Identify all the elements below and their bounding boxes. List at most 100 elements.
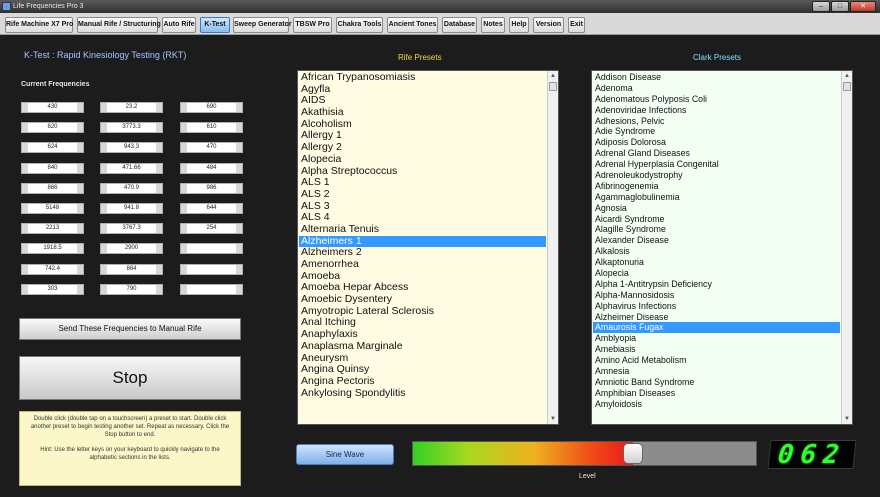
clark-preset-item[interactable]: Adrenoleukodystrophy bbox=[593, 170, 840, 181]
rife-preset-item[interactable]: Anaplasma Marginale bbox=[299, 340, 546, 353]
frequency-field[interactable]: 742.4 bbox=[21, 263, 84, 275]
clark-preset-item[interactable]: Alpha-Mannosidosis bbox=[593, 290, 840, 301]
rife-preset-item[interactable]: ALS 1 bbox=[299, 176, 546, 189]
clark-preset-item[interactable]: Amblyopia bbox=[593, 333, 840, 344]
rife-preset-item[interactable]: Amoebic Dysentery bbox=[299, 293, 546, 306]
clark-preset-item[interactable]: Addison Disease bbox=[593, 72, 840, 83]
frequency-field[interactable]: 470.9 bbox=[100, 182, 163, 194]
scrollbar-thumb[interactable] bbox=[549, 82, 557, 91]
clark-preset-item[interactable]: Adrenal Gland Diseases bbox=[593, 148, 840, 159]
maximize-button[interactable]: □ bbox=[831, 1, 849, 12]
clark-preset-item[interactable]: Amaurosis Fugax bbox=[593, 322, 840, 334]
clark-preset-item[interactable]: Alagille Syndrome bbox=[593, 224, 840, 235]
frequency-field[interactable]: 943.3 bbox=[100, 142, 163, 154]
clark-preset-item[interactable]: Alexander Disease bbox=[593, 235, 840, 246]
clark-preset-item[interactable]: Adrenal Hyperplasia Congenital bbox=[593, 159, 840, 170]
frequency-field[interactable] bbox=[180, 283, 243, 295]
clark-preset-item[interactable]: Amino Acid Metabolism bbox=[593, 355, 840, 366]
close-button[interactable]: ✕ bbox=[850, 1, 876, 12]
rife-preset-item[interactable]: Alpha Streptococcus bbox=[299, 165, 546, 178]
scroll-down-arrow-icon[interactable]: ▼ bbox=[842, 414, 852, 424]
frequency-field[interactable]: 790 bbox=[100, 283, 163, 295]
tab-version[interactable]: Version bbox=[533, 17, 564, 33]
frequency-field[interactable]: 2900 bbox=[100, 243, 163, 255]
frequency-field[interactable]: 866 bbox=[21, 182, 84, 194]
rife-preset-item[interactable]: Ankylosing Spondylitis bbox=[299, 387, 546, 400]
waveform-button[interactable]: Sine Wave bbox=[296, 444, 394, 465]
tab-ancient-tones[interactable]: Ancient Tones bbox=[387, 17, 438, 33]
clark-preset-item[interactable]: Agnosia bbox=[593, 203, 840, 214]
clark-preset-item[interactable]: Alzheimer Disease bbox=[593, 312, 840, 323]
rife-presets-list[interactable]: African Trypanosomiasis Agyfla AIDS Akathis… bbox=[297, 70, 559, 425]
rife-preset-item[interactable]: Agyfla bbox=[299, 83, 546, 96]
frequency-field[interactable]: 1918.5 bbox=[21, 243, 84, 255]
scroll-up-arrow-icon[interactable]: ▲ bbox=[548, 71, 558, 81]
frequency-field[interactable]: 624 bbox=[21, 142, 84, 154]
tab-sweep-generator[interactable]: Sweep Generator bbox=[233, 17, 292, 33]
frequency-field[interactable]: 23.2 bbox=[100, 102, 163, 113]
level-slider[interactable] bbox=[412, 441, 757, 466]
frequency-field[interactable]: 471.66 bbox=[100, 162, 163, 174]
frequency-field[interactable]: 430 bbox=[21, 102, 84, 113]
rife-preset-item[interactable]: ALS 2 bbox=[299, 188, 546, 201]
scrollbar-thumb[interactable] bbox=[843, 82, 851, 91]
rife-preset-item[interactable]: Angina Pectoris bbox=[299, 375, 546, 388]
frequency-field[interactable]: 3773.3 bbox=[100, 122, 163, 134]
clark-preset-item[interactable]: Afibrinogenemia bbox=[593, 181, 840, 192]
scroll-down-arrow-icon[interactable]: ▼ bbox=[548, 414, 558, 424]
clark-preset-item[interactable]: Amniotic Band Syndrome bbox=[593, 377, 840, 388]
frequency-field[interactable]: 644 bbox=[180, 203, 243, 214]
clark-preset-item[interactable]: Amyloidosis bbox=[593, 399, 840, 410]
tab-help[interactable]: Help bbox=[509, 17, 529, 33]
clark-preset-item[interactable]: Adiposis Dolorosa bbox=[593, 137, 840, 148]
clark-preset-item[interactable]: Agammaglobulinemia bbox=[593, 192, 840, 203]
scroll-up-arrow-icon[interactable]: ▲ bbox=[842, 71, 852, 81]
frequency-field[interactable]: 620 bbox=[21, 122, 84, 134]
send-to-manual-rife-button[interactable]: Send These Frequencies to Manual Rife bbox=[19, 318, 241, 340]
frequency-field[interactable]: 840 bbox=[21, 162, 84, 174]
clark-preset-item[interactable]: Aicardi Syndrome bbox=[593, 214, 840, 225]
frequency-field[interactable]: 5148 bbox=[21, 203, 84, 214]
tab-k-test[interactable]: K-Test bbox=[200, 17, 230, 33]
frequency-field[interactable] bbox=[180, 243, 243, 255]
stop-button[interactable]: Stop bbox=[19, 356, 241, 400]
rife-preset-item[interactable]: Alternaria Tenuis bbox=[299, 223, 546, 236]
frequency-field[interactable]: 690 bbox=[180, 102, 243, 113]
clark-preset-item[interactable]: Amphibian Diseases bbox=[593, 388, 840, 399]
frequency-field[interactable]: 864 bbox=[100, 263, 163, 275]
rife-list-scrollbar[interactable]: ▲ ▼ bbox=[547, 71, 558, 424]
clark-presets-list[interactable]: Addison Disease Adenoma Adenomatous Polypo… bbox=[591, 70, 853, 425]
tab-manual-rife[interactable]: Manual Rife / Structuring bbox=[77, 17, 161, 33]
frequency-field[interactable]: 610 bbox=[180, 122, 243, 134]
minimize-button[interactable]: – bbox=[812, 1, 830, 12]
frequency-field[interactable]: 254 bbox=[180, 223, 243, 235]
clark-preset-item[interactable]: Alkalosis bbox=[593, 246, 840, 257]
frequency-field[interactable]: 484 bbox=[180, 162, 243, 174]
tab-tbsw-pro[interactable]: TBSW Pro bbox=[293, 17, 332, 33]
clark-preset-item[interactable]: Alphavirus Infections bbox=[593, 301, 840, 312]
frequency-field[interactable]: 2213 bbox=[21, 223, 84, 235]
clark-preset-item[interactable]: Adenoviridae Infections bbox=[593, 105, 840, 116]
frequency-field[interactable]: 303 bbox=[21, 283, 84, 295]
clark-preset-item[interactable]: Amebiasis bbox=[593, 344, 840, 355]
rife-preset-item[interactable]: ALS 3 bbox=[299, 200, 546, 213]
rife-preset-item[interactable]: Alopecia bbox=[299, 153, 546, 166]
level-slider-thumb[interactable] bbox=[622, 443, 643, 464]
clark-preset-item[interactable]: Adenoma bbox=[593, 83, 840, 94]
clark-preset-item[interactable]: Adenomatous Polyposis Coli bbox=[593, 94, 840, 105]
tab-exit[interactable]: Exit bbox=[568, 17, 585, 33]
clark-preset-item[interactable]: Adie Syndrome bbox=[593, 126, 840, 137]
rife-preset-item[interactable]: Amenorrhea bbox=[299, 258, 546, 271]
clark-list-scrollbar[interactable]: ▲ ▼ bbox=[841, 71, 852, 424]
clark-preset-item[interactable]: Adhesions, Pelvic bbox=[593, 116, 840, 127]
tab-database[interactable]: Database bbox=[442, 17, 477, 33]
clark-preset-item[interactable]: Alpha 1-Antitrypsin Deficiency bbox=[593, 279, 840, 290]
frequency-field[interactable] bbox=[180, 263, 243, 275]
rife-preset-item[interactable]: African Trypanosomiasis bbox=[299, 71, 546, 84]
tab-notes[interactable]: Notes bbox=[481, 17, 505, 33]
clark-preset-item[interactable]: Amnesia bbox=[593, 366, 840, 377]
tab-rife-machine[interactable]: Rife Machine X7 Pro bbox=[5, 17, 73, 33]
frequency-field[interactable]: 941.8 bbox=[100, 203, 163, 214]
frequency-field[interactable]: 986 bbox=[180, 182, 243, 194]
clark-preset-item[interactable]: Alkaptonuria bbox=[593, 257, 840, 268]
